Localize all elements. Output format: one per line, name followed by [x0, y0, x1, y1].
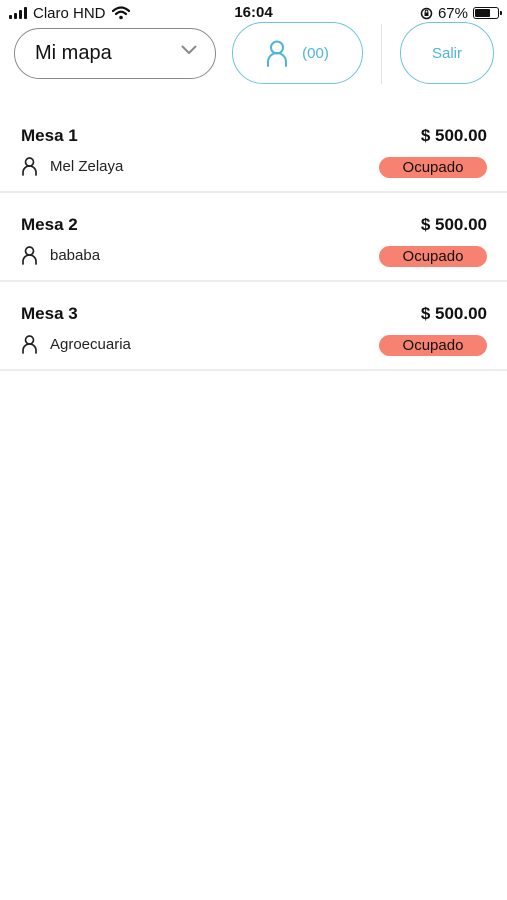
orientation-lock-icon [420, 7, 433, 19]
exit-button[interactable]: Salir [400, 22, 494, 84]
table-customer: Mel Zelaya [21, 157, 123, 176]
table-price: $ 500.00 [420, 215, 487, 234]
user-icon [267, 40, 288, 67]
table-row[interactable]: Mesa 1 $ 500.00 Mel Zelaya Ocupado [0, 104, 507, 193]
table-name: Mesa 2 [21, 215, 78, 234]
toolbar: Mi mapa (00) Salir [0, 22, 507, 84]
table-price: $ 500.00 [420, 126, 487, 145]
table-name: Mesa 3 [21, 304, 78, 323]
customer-name: Agroecuaria [50, 336, 131, 353]
user-icon [22, 335, 37, 354]
people-count: (00) [302, 44, 329, 62]
chevron-down-icon [181, 45, 197, 54]
battery-icon [473, 7, 502, 19]
status-badge: Ocupado [379, 335, 487, 356]
table-list: Mesa 1 $ 500.00 Mel Zelaya Ocupado Mesa … [0, 104, 507, 371]
table-name: Mesa 1 [21, 126, 78, 145]
status-badge: Ocupado [379, 157, 487, 178]
table-row[interactable]: Mesa 3 $ 500.00 Agroecuaria Ocupado [0, 282, 507, 371]
battery-level [475, 9, 490, 17]
people-button[interactable]: (00) [232, 22, 363, 84]
exit-label: Salir [431, 44, 462, 62]
status-right: 67% [420, 4, 502, 22]
battery-percent: 67% [437, 4, 468, 22]
table-price: $ 500.00 [420, 304, 487, 323]
table-customer: bababa [21, 246, 100, 265]
table-customer: Agroecuaria [21, 335, 131, 354]
user-icon [22, 246, 37, 265]
map-select-value: Mi mapa [35, 42, 112, 64]
status-badge: Ocupado [379, 246, 487, 267]
customer-name: Mel Zelaya [50, 158, 124, 175]
table-row[interactable]: Mesa 2 $ 500.00 bababa Ocupado [0, 193, 507, 282]
user-icon [22, 157, 37, 176]
toolbar-divider [381, 24, 382, 84]
map-select[interactable]: Mi mapa [14, 28, 216, 79]
customer-name: bababa [50, 247, 101, 264]
